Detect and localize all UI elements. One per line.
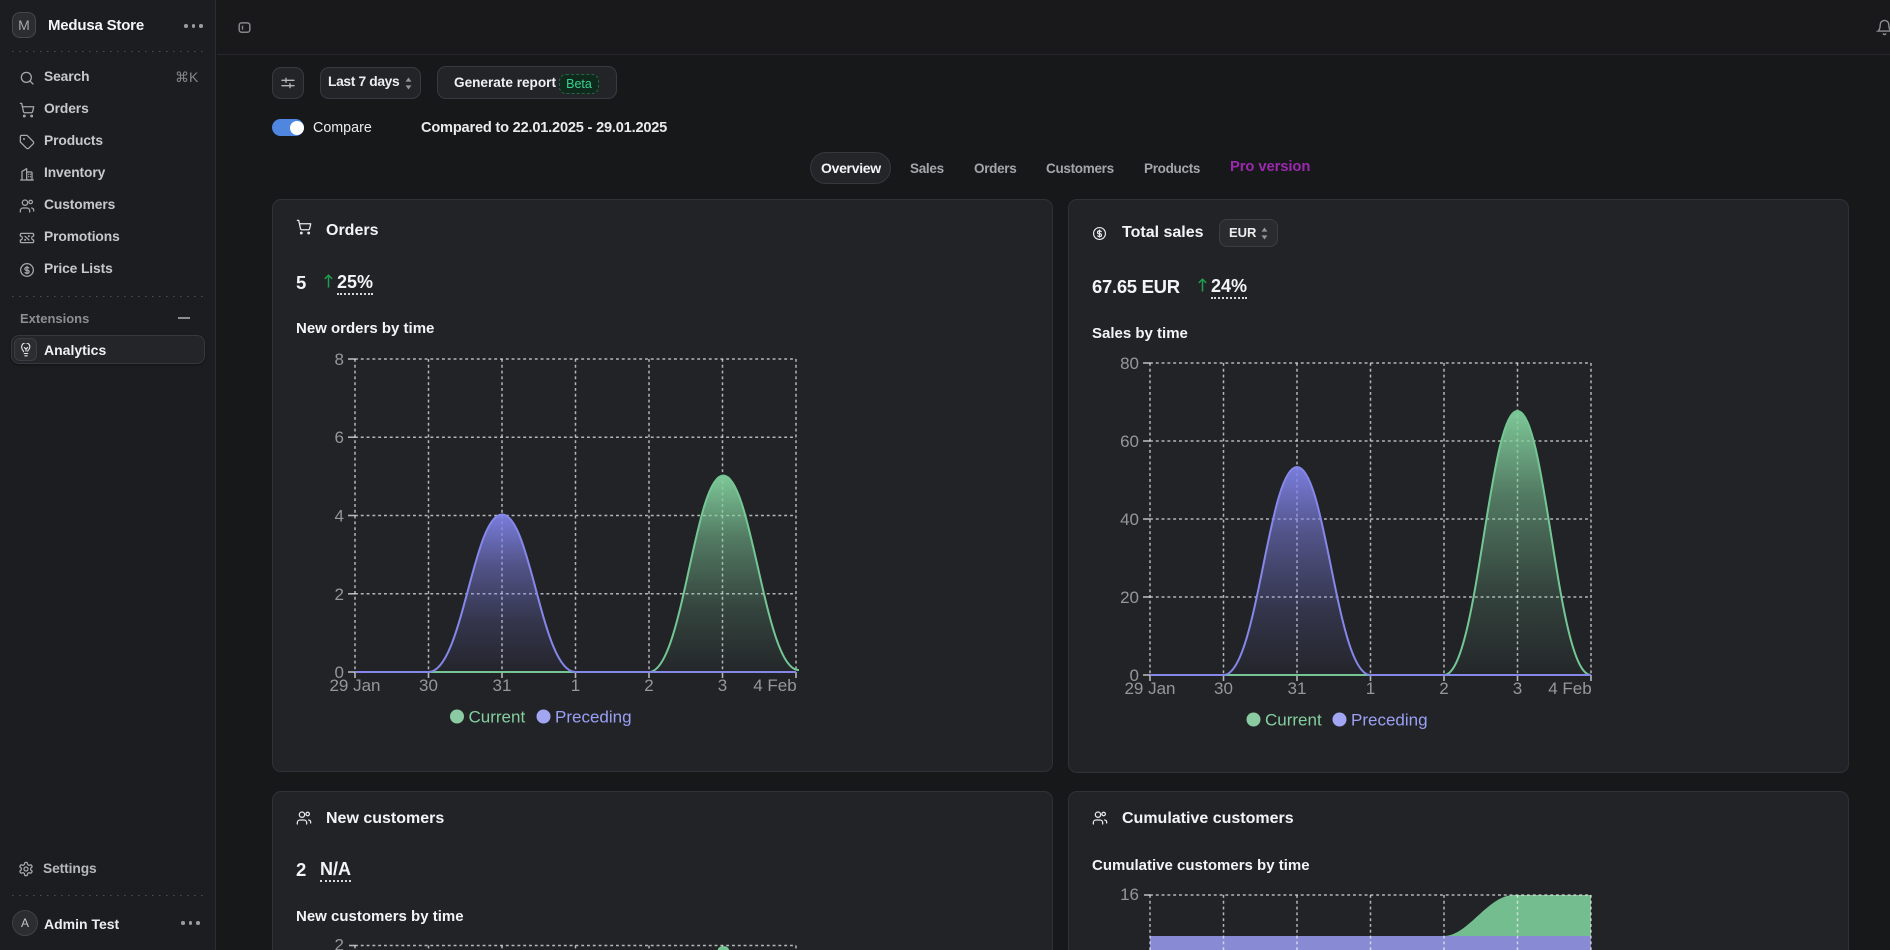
svg-text:2: 2 xyxy=(644,676,653,695)
svg-text:3: 3 xyxy=(1513,679,1522,698)
svg-text:30: 30 xyxy=(1214,679,1233,698)
svg-text:2: 2 xyxy=(335,936,344,950)
svg-text:Preceding: Preceding xyxy=(1351,711,1428,730)
svg-text:4: 4 xyxy=(335,507,344,526)
svg-text:2: 2 xyxy=(1439,679,1448,698)
svg-text:60: 60 xyxy=(1120,432,1139,451)
svg-text:8: 8 xyxy=(335,350,344,369)
svg-text:Current: Current xyxy=(1265,711,1322,730)
svg-text:31: 31 xyxy=(493,676,512,695)
svg-text:1: 1 xyxy=(571,676,580,695)
svg-text:30: 30 xyxy=(419,676,438,695)
svg-text:29 Jan: 29 Jan xyxy=(329,676,380,695)
svg-text:20: 20 xyxy=(1120,588,1139,607)
svg-text:Preceding: Preceding xyxy=(555,708,632,727)
svg-text:6: 6 xyxy=(335,428,344,447)
svg-text:80: 80 xyxy=(1120,354,1139,373)
svg-text:40: 40 xyxy=(1120,510,1139,529)
svg-text:31: 31 xyxy=(1288,679,1307,698)
svg-text:4 Feb: 4 Feb xyxy=(1548,679,1591,698)
svg-text:16: 16 xyxy=(1120,885,1139,904)
svg-text:Current: Current xyxy=(469,708,526,727)
svg-text:2: 2 xyxy=(335,585,344,604)
svg-text:3: 3 xyxy=(718,676,727,695)
svg-text:29 Jan: 29 Jan xyxy=(1124,679,1175,698)
svg-text:1: 1 xyxy=(1366,679,1375,698)
svg-text:4 Feb: 4 Feb xyxy=(753,676,796,695)
